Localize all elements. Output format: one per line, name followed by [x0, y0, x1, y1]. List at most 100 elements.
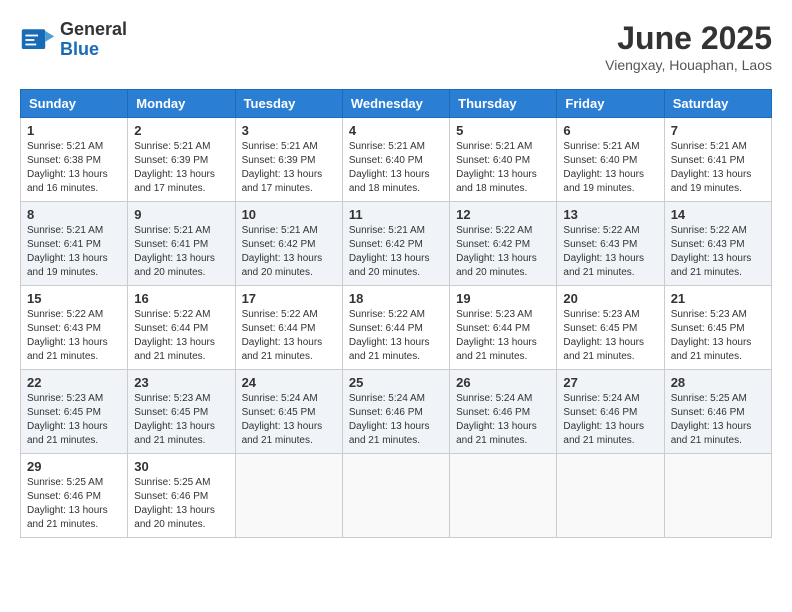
cell-content: Sunrise: 5:23 AMSunset: 6:44 PMDaylight:… — [456, 309, 537, 362]
cell-content: Sunrise: 5:23 AMSunset: 6:45 PMDaylight:… — [671, 309, 752, 362]
calendar-cell: 29 Sunrise: 5:25 AMSunset: 6:46 PMDaylig… — [21, 454, 128, 538]
day-number: 17 — [242, 291, 336, 306]
day-number: 13 — [563, 207, 657, 222]
cell-content: Sunrise: 5:23 AMSunset: 6:45 PMDaylight:… — [563, 309, 644, 362]
day-number: 10 — [242, 207, 336, 222]
cell-content: Sunrise: 5:22 AMSunset: 6:43 PMDaylight:… — [563, 225, 644, 278]
cell-content: Sunrise: 5:23 AMSunset: 6:45 PMDaylight:… — [27, 393, 108, 446]
cell-content: Sunrise: 5:21 AMSunset: 6:41 PMDaylight:… — [27, 225, 108, 278]
cell-content: Sunrise: 5:21 AMSunset: 6:40 PMDaylight:… — [563, 141, 644, 194]
day-number: 3 — [242, 123, 336, 138]
calendar-cell: 9 Sunrise: 5:21 AMSunset: 6:41 PMDayligh… — [128, 202, 235, 286]
location-text: Viengxay, Houaphan, Laos — [605, 57, 772, 73]
column-header-thursday: Thursday — [450, 90, 557, 118]
day-number: 8 — [27, 207, 121, 222]
day-number: 5 — [456, 123, 550, 138]
cell-content: Sunrise: 5:23 AMSunset: 6:45 PMDaylight:… — [134, 393, 215, 446]
calendar-cell: 26 Sunrise: 5:24 AMSunset: 6:46 PMDaylig… — [450, 370, 557, 454]
calendar-cell: 13 Sunrise: 5:22 AMSunset: 6:43 PMDaylig… — [557, 202, 664, 286]
day-number: 19 — [456, 291, 550, 306]
day-number: 21 — [671, 291, 765, 306]
calendar-cell — [664, 454, 771, 538]
calendar-cell — [450, 454, 557, 538]
cell-content: Sunrise: 5:24 AMSunset: 6:46 PMDaylight:… — [349, 393, 430, 446]
calendar-cell: 21 Sunrise: 5:23 AMSunset: 6:45 PMDaylig… — [664, 286, 771, 370]
calendar-week-row: 22 Sunrise: 5:23 AMSunset: 6:45 PMDaylig… — [21, 370, 772, 454]
calendar-cell: 20 Sunrise: 5:23 AMSunset: 6:45 PMDaylig… — [557, 286, 664, 370]
logo-general-text: General — [60, 20, 127, 40]
calendar-cell: 7 Sunrise: 5:21 AMSunset: 6:41 PMDayligh… — [664, 118, 771, 202]
column-header-wednesday: Wednesday — [342, 90, 449, 118]
calendar-cell: 19 Sunrise: 5:23 AMSunset: 6:44 PMDaylig… — [450, 286, 557, 370]
cell-content: Sunrise: 5:21 AMSunset: 6:40 PMDaylight:… — [349, 141, 430, 194]
calendar-cell: 25 Sunrise: 5:24 AMSunset: 6:46 PMDaylig… — [342, 370, 449, 454]
day-number: 2 — [134, 123, 228, 138]
day-number: 7 — [671, 123, 765, 138]
cell-content: Sunrise: 5:24 AMSunset: 6:46 PMDaylight:… — [563, 393, 644, 446]
day-number: 27 — [563, 375, 657, 390]
column-header-sunday: Sunday — [21, 90, 128, 118]
cell-content: Sunrise: 5:21 AMSunset: 6:39 PMDaylight:… — [134, 141, 215, 194]
column-header-friday: Friday — [557, 90, 664, 118]
calendar-week-row: 8 Sunrise: 5:21 AMSunset: 6:41 PMDayligh… — [21, 202, 772, 286]
day-number: 20 — [563, 291, 657, 306]
calendar-cell: 30 Sunrise: 5:25 AMSunset: 6:46 PMDaylig… — [128, 454, 235, 538]
calendar-cell: 28 Sunrise: 5:25 AMSunset: 6:46 PMDaylig… — [664, 370, 771, 454]
calendar-cell: 5 Sunrise: 5:21 AMSunset: 6:40 PMDayligh… — [450, 118, 557, 202]
calendar-cell: 24 Sunrise: 5:24 AMSunset: 6:45 PMDaylig… — [235, 370, 342, 454]
calendar-cell: 8 Sunrise: 5:21 AMSunset: 6:41 PMDayligh… — [21, 202, 128, 286]
column-header-tuesday: Tuesday — [235, 90, 342, 118]
cell-content: Sunrise: 5:21 AMSunset: 6:38 PMDaylight:… — [27, 141, 108, 194]
day-number: 22 — [27, 375, 121, 390]
day-number: 16 — [134, 291, 228, 306]
day-number: 9 — [134, 207, 228, 222]
cell-content: Sunrise: 5:22 AMSunset: 6:44 PMDaylight:… — [242, 309, 323, 362]
day-number: 24 — [242, 375, 336, 390]
calendar-cell: 3 Sunrise: 5:21 AMSunset: 6:39 PMDayligh… — [235, 118, 342, 202]
cell-content: Sunrise: 5:24 AMSunset: 6:46 PMDaylight:… — [456, 393, 537, 446]
calendar-cell: 23 Sunrise: 5:23 AMSunset: 6:45 PMDaylig… — [128, 370, 235, 454]
cell-content: Sunrise: 5:25 AMSunset: 6:46 PMDaylight:… — [671, 393, 752, 446]
day-number: 28 — [671, 375, 765, 390]
calendar-cell: 11 Sunrise: 5:21 AMSunset: 6:42 PMDaylig… — [342, 202, 449, 286]
calendar-cell: 12 Sunrise: 5:22 AMSunset: 6:42 PMDaylig… — [450, 202, 557, 286]
day-number: 23 — [134, 375, 228, 390]
column-header-saturday: Saturday — [664, 90, 771, 118]
page-header: General Blue June 2025 Viengxay, Houapha… — [20, 20, 772, 73]
cell-content: Sunrise: 5:21 AMSunset: 6:42 PMDaylight:… — [349, 225, 430, 278]
logo: General Blue — [20, 20, 127, 60]
logo-blue-text: Blue — [60, 40, 127, 60]
cell-content: Sunrise: 5:21 AMSunset: 6:41 PMDaylight:… — [134, 225, 215, 278]
calendar-cell: 2 Sunrise: 5:21 AMSunset: 6:39 PMDayligh… — [128, 118, 235, 202]
calendar-week-row: 1 Sunrise: 5:21 AMSunset: 6:38 PMDayligh… — [21, 118, 772, 202]
cell-content: Sunrise: 5:22 AMSunset: 6:42 PMDaylight:… — [456, 225, 537, 278]
calendar-cell — [557, 454, 664, 538]
cell-content: Sunrise: 5:22 AMSunset: 6:44 PMDaylight:… — [349, 309, 430, 362]
calendar-cell — [235, 454, 342, 538]
cell-content: Sunrise: 5:21 AMSunset: 6:39 PMDaylight:… — [242, 141, 323, 194]
cell-content: Sunrise: 5:21 AMSunset: 6:42 PMDaylight:… — [242, 225, 323, 278]
calendar-table: SundayMondayTuesdayWednesdayThursdayFrid… — [20, 89, 772, 538]
day-number: 14 — [671, 207, 765, 222]
month-title: June 2025 — [605, 20, 772, 57]
column-header-monday: Monday — [128, 90, 235, 118]
day-number: 6 — [563, 123, 657, 138]
cell-content: Sunrise: 5:22 AMSunset: 6:43 PMDaylight:… — [671, 225, 752, 278]
title-block: June 2025 Viengxay, Houaphan, Laos — [605, 20, 772, 73]
calendar-cell — [342, 454, 449, 538]
cell-content: Sunrise: 5:25 AMSunset: 6:46 PMDaylight:… — [134, 477, 215, 530]
cell-content: Sunrise: 5:21 AMSunset: 6:40 PMDaylight:… — [456, 141, 537, 194]
cell-content: Sunrise: 5:21 AMSunset: 6:41 PMDaylight:… — [671, 141, 752, 194]
calendar-week-row: 15 Sunrise: 5:22 AMSunset: 6:43 PMDaylig… — [21, 286, 772, 370]
calendar-cell: 10 Sunrise: 5:21 AMSunset: 6:42 PMDaylig… — [235, 202, 342, 286]
logo-icon — [20, 22, 56, 58]
calendar-cell: 16 Sunrise: 5:22 AMSunset: 6:44 PMDaylig… — [128, 286, 235, 370]
cell-content: Sunrise: 5:25 AMSunset: 6:46 PMDaylight:… — [27, 477, 108, 530]
calendar-cell: 27 Sunrise: 5:24 AMSunset: 6:46 PMDaylig… — [557, 370, 664, 454]
day-number: 15 — [27, 291, 121, 306]
day-number: 25 — [349, 375, 443, 390]
day-number: 30 — [134, 459, 228, 474]
calendar-cell: 1 Sunrise: 5:21 AMSunset: 6:38 PMDayligh… — [21, 118, 128, 202]
day-number: 29 — [27, 459, 121, 474]
cell-content: Sunrise: 5:24 AMSunset: 6:45 PMDaylight:… — [242, 393, 323, 446]
